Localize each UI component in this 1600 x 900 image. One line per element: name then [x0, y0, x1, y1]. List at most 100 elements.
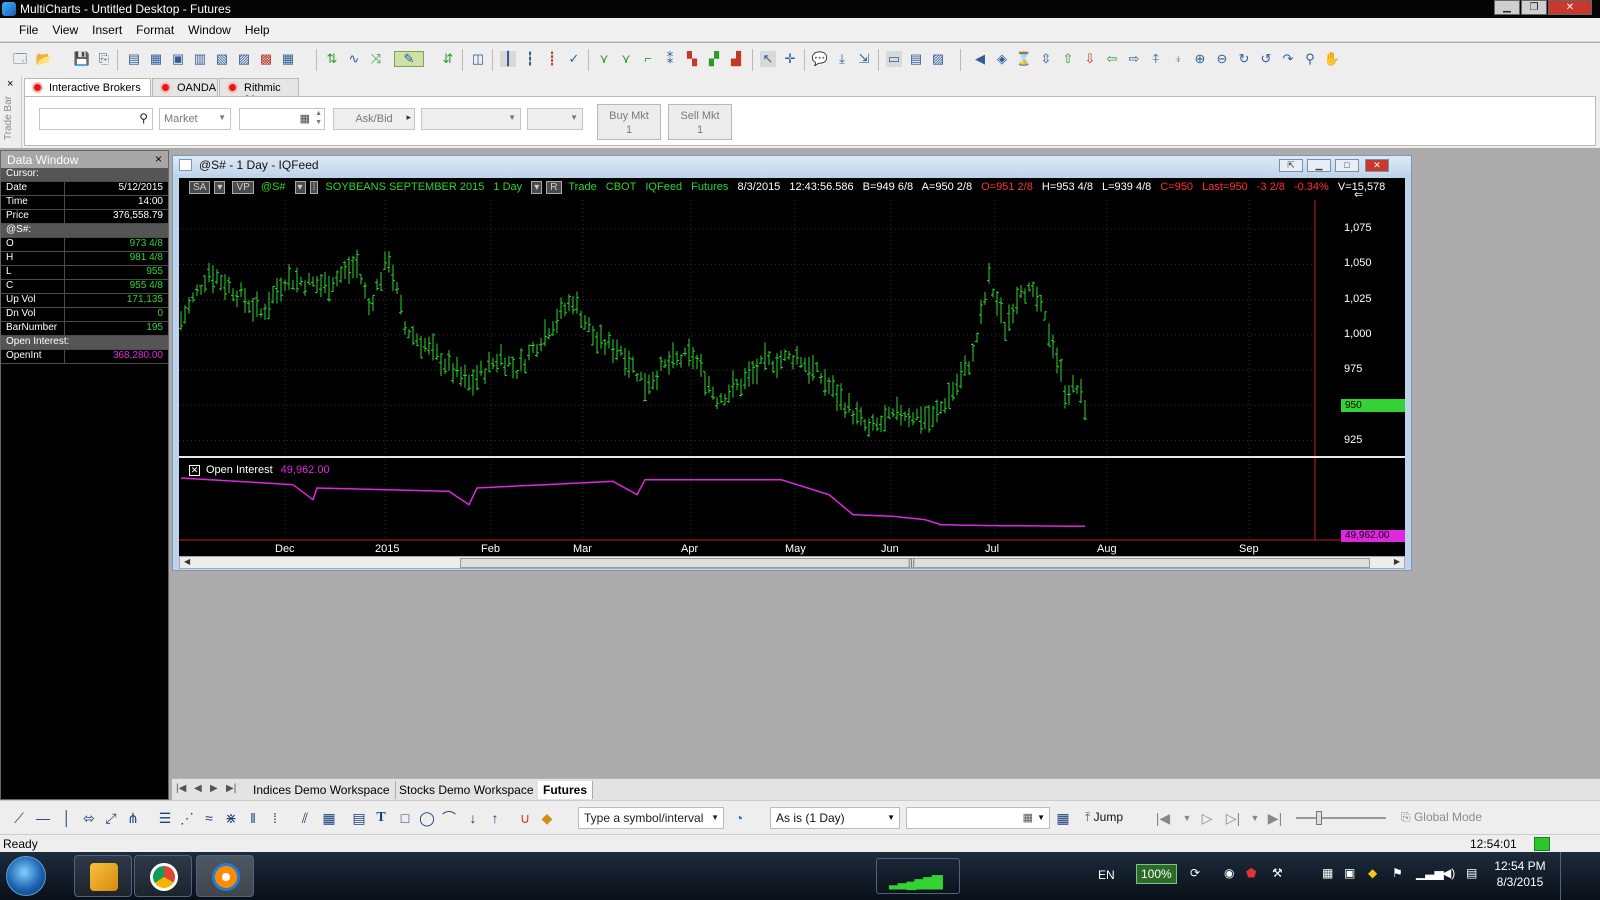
- insert-study-icon[interactable]: ⇅: [324, 51, 340, 67]
- stepper-icon[interactable]: ▲ ▼: [315, 109, 322, 127]
- candle-color-icon[interactable]: ┋: [544, 51, 560, 67]
- next-tab-icon[interactable]: ▶: [210, 783, 218, 794]
- scroll-right-icon[interactable]: ◈: [994, 51, 1010, 67]
- move-up-icon[interactable]: ⍏: [1148, 51, 1164, 67]
- tick-icon[interactable]: ⋎: [596, 51, 612, 67]
- windows-start-icon[interactable]: [6, 856, 46, 896]
- tray-flag-icon[interactable]: ⚑: [1392, 866, 1403, 880]
- new-chart-icon[interactable]: 🗔: [12, 51, 28, 67]
- forward-dropdown-icon[interactable]: ▼: [1246, 810, 1264, 826]
- move-down-icon[interactable]: ⍖: [1170, 51, 1186, 67]
- scroll-left-icon[interactable]: ◀: [972, 51, 988, 67]
- channel-icon[interactable]: ⬄: [80, 810, 98, 826]
- scrollbar-thumb[interactable]: |||: [460, 557, 1370, 568]
- link-icon[interactable]: ⚲: [1302, 51, 1318, 67]
- new-portfolio-icon[interactable]: ▨: [236, 51, 252, 67]
- regression-channel-icon[interactable]: ⫽: [296, 810, 314, 826]
- taskbar-outlook-button[interactable]: [74, 855, 132, 897]
- plot-settings-icon[interactable]: ▨: [930, 51, 946, 67]
- quantity-input[interactable]: ▦ ▲ ▼: [239, 108, 325, 130]
- fib-arc-icon[interactable]: ≈: [200, 810, 218, 826]
- scale-icon[interactable]: ⇳: [1038, 51, 1054, 67]
- cycle-lines-icon[interactable]: ‖: [244, 810, 262, 826]
- chart-close-button[interactable]: ✕: [1365, 159, 1389, 172]
- tray-security-icon[interactable]: ⬟: [1246, 866, 1256, 880]
- vertical-line-icon[interactable]: │: [58, 810, 76, 826]
- taskbar-chrome-button[interactable]: [134, 855, 192, 897]
- text-tool-icon[interactable]: T: [372, 810, 390, 826]
- scale-options-icon[interactable]: ⇐: [1354, 188, 1363, 201]
- data-window-close-button[interactable]: ×: [155, 152, 162, 166]
- tif-select[interactable]: ▼: [527, 108, 583, 130]
- comment-icon[interactable]: 💬: [812, 51, 828, 67]
- close-window-button[interactable]: ✕: [1548, 0, 1592, 15]
- chart-maximize-button[interactable]: □: [1335, 159, 1359, 172]
- hand-icon[interactable]: ✋: [1324, 51, 1340, 67]
- jump-button[interactable]: ⤒ Jump: [1080, 807, 1140, 829]
- alert-line-icon[interactable]: ⇲: [856, 51, 872, 67]
- language-indicator[interactable]: EN: [1098, 868, 1115, 882]
- trade-bar-close-button[interactable]: ×: [7, 78, 13, 90]
- rectangle-icon[interactable]: □: [396, 810, 414, 826]
- step-forward-icon[interactable]: ▷|: [1224, 810, 1242, 826]
- detach-window-button[interactable]: ⇱: [1279, 159, 1303, 172]
- undo-icon[interactable]: ↺: [1258, 51, 1274, 67]
- left-arrow-icon[interactable]: ⇦: [1104, 51, 1120, 67]
- go-first-bar-icon[interactable]: |◀: [1154, 810, 1172, 826]
- playback-speed-slider[interactable]: [1296, 811, 1386, 825]
- insert-strategy-icon[interactable]: ⤨: [368, 51, 384, 67]
- renko-icon[interactable]: ▚: [684, 51, 700, 67]
- parallel-lines-icon[interactable]: ⤢: [102, 810, 120, 826]
- new-optionstation-icon[interactable]: ▧: [214, 51, 230, 67]
- menu-format[interactable]: Format: [129, 18, 181, 37]
- broker-tab-rithmic[interactable]: Rithmic 01: [219, 78, 299, 106]
- interval-dropdown-icon[interactable]: ▾: [531, 181, 543, 194]
- symbol-search-input[interactable]: ⚲: [39, 108, 153, 130]
- arc-icon[interactable]: ⌒: [440, 810, 458, 826]
- time-zones-icon[interactable]: ⁞: [266, 810, 284, 826]
- tray-dm-icon[interactable]: ◉: [1224, 866, 1234, 880]
- order-type-select[interactable]: Market ▼: [159, 108, 231, 130]
- open-interest-close-icon[interactable]: ✕: [189, 465, 200, 476]
- workspace-tab-indices[interactable]: Indices Demo Workspace: [248, 781, 396, 799]
- save-icon[interactable]: 💾: [74, 51, 90, 67]
- status-line-icon[interactable]: ▭: [886, 51, 902, 67]
- new-dom-icon[interactable]: ▥: [192, 51, 208, 67]
- tray-device-icon[interactable]: ▣: [1344, 866, 1355, 880]
- chart-minimize-button[interactable]: ▁: [1307, 159, 1331, 172]
- new-report-icon[interactable]: ▩: [258, 51, 274, 67]
- slider-thumb[interactable]: [1316, 811, 1322, 825]
- new-scanner-icon[interactable]: ▣: [170, 51, 186, 67]
- last-tab-icon[interactable]: ▶|: [226, 783, 236, 794]
- arrow-down-icon[interactable]: ↓: [464, 810, 482, 826]
- crosshair-icon[interactable]: ✛: [782, 51, 798, 67]
- prev-tab-icon[interactable]: ◀: [194, 783, 202, 794]
- order-line-icon[interactable]: ⤓: [834, 51, 850, 67]
- taskbar-multicharts-button[interactable]: [196, 855, 254, 897]
- trendline-icon[interactable]: ⟋: [10, 810, 28, 826]
- tray-app-icon[interactable]: ⟳: [1190, 866, 1200, 880]
- tray-printer-icon[interactable]: ▦: [1322, 866, 1333, 880]
- symbol-interval-input[interactable]: Type a symbol/interval ▼: [578, 807, 724, 829]
- scroll-left-arrow-icon[interactable]: ◀: [184, 557, 190, 566]
- fib-fan-icon[interactable]: ⋰: [178, 810, 196, 826]
- global-mode-button[interactable]: ⎘ Global Mode: [1396, 807, 1516, 829]
- sa-button[interactable]: SA: [189, 181, 211, 194]
- line-chart-icon[interactable]: ✓: [566, 51, 582, 67]
- refresh-icon[interactable]: ↻: [1236, 51, 1252, 67]
- down-arrow-icon[interactable]: ⇩: [1082, 51, 1098, 67]
- new-window-icon[interactable]: ▦: [148, 51, 164, 67]
- first-tab-icon[interactable]: |◀: [176, 783, 186, 794]
- drawing-mode-icon[interactable]: ✎: [394, 51, 424, 67]
- insert-indicator-icon[interactable]: ∿: [346, 51, 362, 67]
- bar-chart-icon[interactable]: ┃: [500, 51, 516, 67]
- tray-tools-icon[interactable]: ⚒: [1272, 866, 1283, 880]
- volume-icon[interactable]: ⋎: [618, 51, 634, 67]
- new-quote-manager-icon[interactable]: ▦: [280, 51, 296, 67]
- network-meter-widget[interactable]: ▂▃▄▅▆▇: [876, 858, 960, 894]
- tray-notify-icon[interactable]: ◆: [1368, 866, 1377, 880]
- broker-tab-oanda[interactable]: OANDA: [152, 78, 218, 97]
- minimize-button[interactable]: ▁: [1494, 0, 1520, 15]
- kagi-icon[interactable]: ▞: [706, 51, 722, 67]
- workspace-tab-futures[interactable]: Futures: [538, 781, 594, 799]
